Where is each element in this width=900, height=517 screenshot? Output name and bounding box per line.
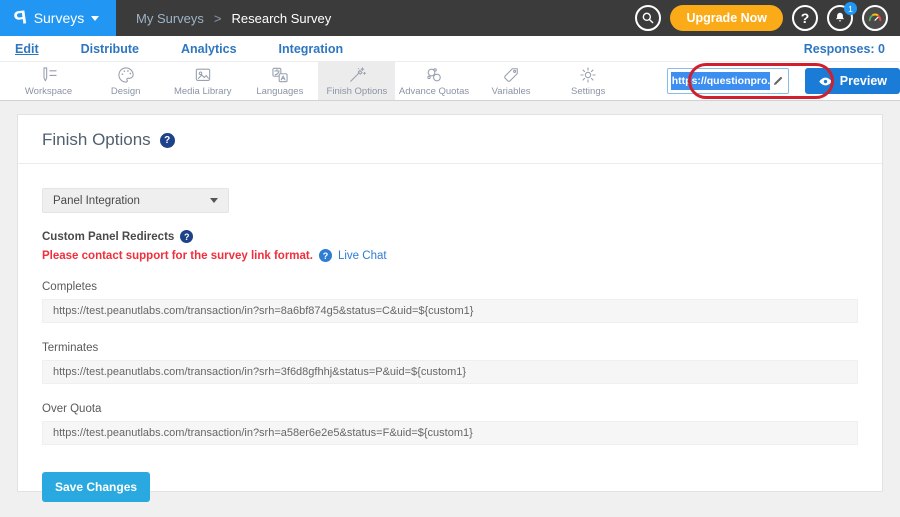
- responses-count[interactable]: Responses: 0: [804, 42, 885, 56]
- card-header: Finish Options ?: [18, 115, 882, 164]
- question-mark-icon: ?: [801, 10, 810, 26]
- edit-pencil-icon[interactable]: [772, 75, 784, 87]
- palette-icon: [116, 65, 136, 85]
- help-button[interactable]: ?: [792, 5, 818, 31]
- image-icon: [193, 65, 213, 85]
- toolbar-item-settings[interactable]: Settings: [550, 62, 627, 100]
- toolbar-item-variables[interactable]: Variables: [473, 62, 550, 100]
- selected-option: Panel Integration: [53, 195, 210, 207]
- custom-panel-redirects-row: Custom Panel Redirects ?: [42, 230, 858, 243]
- survey-link-value: https://questionpro.com/t/A: [671, 72, 770, 90]
- toolbar-item-languages[interactable]: Languages: [241, 62, 318, 100]
- finish-options-help-icon[interactable]: ?: [160, 133, 175, 148]
- toolbar-item-advance-quotas[interactable]: Advance Quotas: [395, 62, 472, 100]
- over-quota-label: Over Quota: [42, 403, 858, 415]
- terminates-label: Terminates: [42, 342, 858, 354]
- tab-distribute[interactable]: Distribute: [81, 42, 139, 56]
- save-changes-button[interactable]: Save Changes: [42, 472, 150, 502]
- toolbar-item-design[interactable]: Design: [87, 62, 164, 100]
- support-warning-text: Please contact support for the survey li…: [42, 250, 313, 262]
- finish-option-type-select[interactable]: Panel Integration: [42, 188, 229, 213]
- chevron-down-icon: [91, 16, 99, 21]
- terminates-field-group: Terminates: [42, 342, 858, 384]
- page-background: Finish Options ? Panel Integration Custo…: [0, 101, 900, 517]
- live-chat-link[interactable]: Live Chat: [338, 250, 387, 262]
- notification-badge: 1: [844, 2, 857, 15]
- toolbar-item-workspace[interactable]: Workspace: [10, 62, 87, 100]
- breadcrumb-current-survey: Research Survey: [232, 11, 332, 26]
- completes-url-input[interactable]: [42, 299, 858, 323]
- upgrade-now-button[interactable]: Upgrade Now: [670, 5, 783, 31]
- edit-toolbar: Workspace Design Media Library Languages…: [0, 62, 900, 101]
- product-menu[interactable]: P Surveys: [0, 0, 116, 36]
- over-quota-url-input[interactable]: [42, 421, 858, 445]
- tab-analytics[interactable]: Analytics: [181, 42, 237, 56]
- section-title: Custom Panel Redirects: [42, 231, 174, 243]
- breadcrumb-separator: >: [214, 11, 222, 26]
- completes-label: Completes: [42, 281, 858, 293]
- product-name: Surveys: [34, 10, 85, 26]
- completes-field-group: Completes: [42, 281, 858, 323]
- live-chat-help-icon[interactable]: ?: [319, 249, 332, 262]
- preview-button[interactable]: Preview: [805, 68, 900, 94]
- tag-icon: [501, 65, 521, 85]
- notifications-button[interactable]: 1: [827, 5, 853, 31]
- survey-link-area: https://questionpro.com/t/A: [667, 62, 789, 100]
- chevron-down-icon: [210, 198, 218, 203]
- section-help-icon[interactable]: ?: [180, 230, 193, 243]
- tab-integration[interactable]: Integration: [279, 42, 344, 56]
- over-quota-field-group: Over Quota: [42, 403, 858, 445]
- questionpro-logo-icon: P: [13, 8, 28, 29]
- magic-wand-icon: [347, 65, 367, 85]
- toolbar-item-finish-options[interactable]: Finish Options: [318, 62, 395, 100]
- page-title: Finish Options: [42, 130, 151, 150]
- survey-link-input[interactable]: https://questionpro.com/t/A: [667, 68, 789, 94]
- finish-options-card: Finish Options ? Panel Integration Custo…: [17, 114, 883, 492]
- translate-icon: [270, 65, 290, 85]
- bell-icon: [833, 11, 847, 25]
- tab-edit[interactable]: Edit: [15, 42, 39, 56]
- workspace-icon: [39, 65, 59, 85]
- gear-icon: [578, 65, 598, 85]
- terminates-url-input[interactable]: [42, 360, 858, 384]
- gauge-icon: [866, 9, 884, 27]
- breadcrumb: My Surveys > Research Survey: [136, 11, 331, 26]
- links-icon: [424, 65, 444, 85]
- support-warning-row: Please contact support for the survey li…: [42, 249, 858, 262]
- topbar-actions: Upgrade Now ? 1: [635, 5, 900, 31]
- section-nav: Edit Distribute Analytics Integration Re…: [0, 36, 900, 62]
- search-icon: [641, 11, 655, 25]
- top-bar: P Surveys My Surveys > Research Survey U…: [0, 0, 900, 36]
- eye-icon: [818, 74, 833, 89]
- card-body: Panel Integration Custom Panel Redirects…: [18, 164, 882, 502]
- account-avatar[interactable]: [862, 5, 888, 31]
- breadcrumb-my-surveys[interactable]: My Surveys: [136, 11, 204, 26]
- toolbar-item-media-library[interactable]: Media Library: [164, 62, 241, 100]
- search-button[interactable]: [635, 5, 661, 31]
- preview-label: Preview: [840, 74, 887, 88]
